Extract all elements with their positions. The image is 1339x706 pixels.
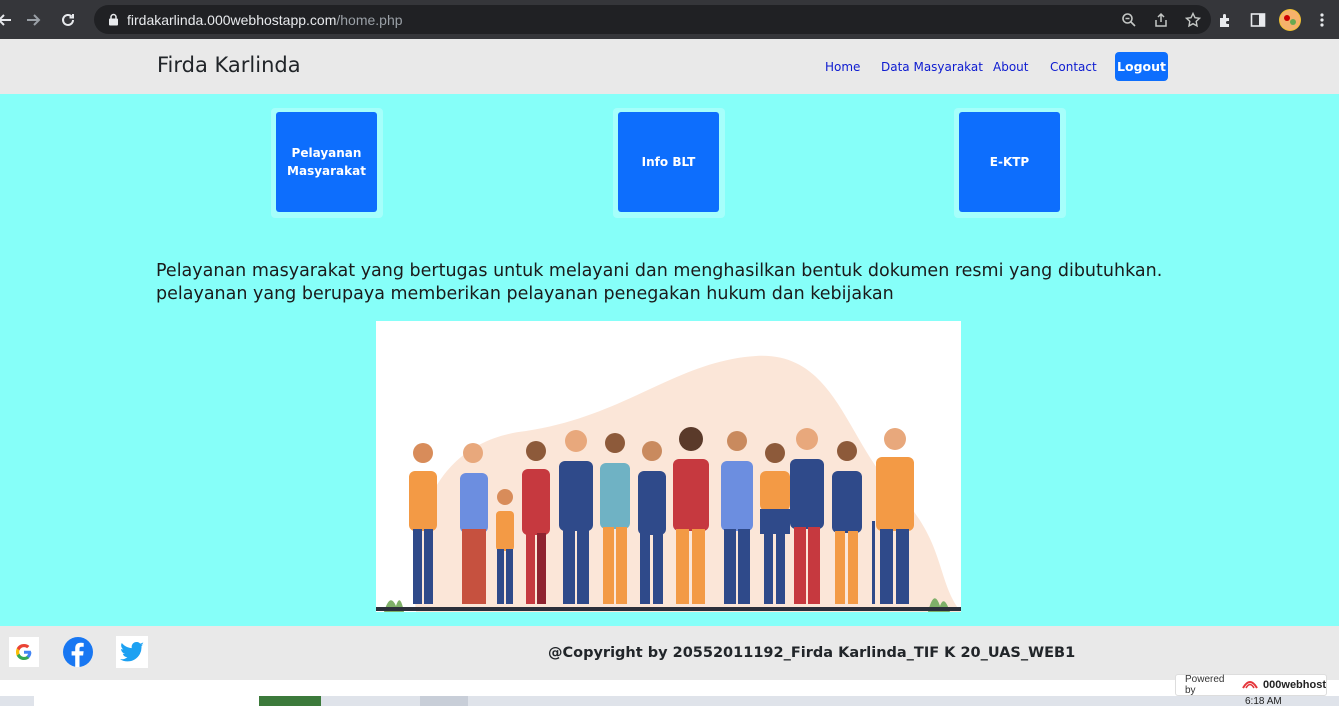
url-host: firdakarlinda.000webhostapp.com (127, 11, 337, 28)
browser-toolbar: firdakarlinda.000webhostapp.com/home.php (0, 0, 1339, 39)
community-illustration (376, 321, 961, 612)
profile-avatar-icon[interactable] (1279, 8, 1301, 31)
e-ktp-button[interactable]: E-KTP (959, 112, 1060, 212)
card-pelayanan-masyarakat: Pelayanan Masyarakat (271, 108, 383, 218)
extensions-icon[interactable] (1215, 9, 1237, 31)
url-text: firdakarlinda.000webhostapp.com/home.php (127, 12, 403, 28)
nav-link-home[interactable]: Home (825, 60, 860, 74)
more-menu-icon[interactable] (1311, 9, 1333, 31)
os-taskbar (0, 696, 1339, 706)
main-content: Pelayanan Masyarakat Info BLT E-KTP Pela… (0, 94, 1339, 626)
webhost-brand: 000webhost (1263, 679, 1326, 691)
taskbar-active-app[interactable] (420, 696, 468, 706)
webhost-logo-icon (1241, 678, 1259, 693)
lock-icon (106, 13, 120, 27)
description-text: Pelayanan masyarakat yang bertugas untuk… (156, 261, 1163, 304)
info-blt-button[interactable]: Info BLT (618, 112, 719, 212)
zoom-icon[interactable] (1119, 10, 1139, 30)
taskbar-clock: 6:18 AM (1245, 696, 1282, 706)
twitter-icon[interactable] (116, 636, 148, 668)
nav-link-data-masyarakat[interactable]: Data Masyarakat (881, 60, 983, 74)
site-navbar: Firda Karlinda Home Data Masyarakat Abou… (0, 39, 1339, 94)
brand-title[interactable]: Firda Karlinda (157, 53, 301, 77)
taskbar-thumbnail (259, 696, 321, 706)
nav-link-about[interactable]: About (993, 60, 1028, 74)
pelayanan-masyarakat-button[interactable]: Pelayanan Masyarakat (276, 112, 377, 212)
site-footer: @Copyright by 20552011192_Firda Karlinda… (0, 626, 1339, 680)
card-info-blt: Info BLT (613, 108, 725, 218)
url-path: /home.php (336, 11, 403, 28)
back-icon[interactable] (0, 6, 14, 34)
powered-by-badge[interactable]: Powered by 000webhost (1175, 674, 1327, 696)
side-panel-icon[interactable] (1247, 9, 1269, 31)
forward-icon[interactable] (20, 6, 48, 34)
bookmark-star-icon[interactable] (1183, 10, 1203, 30)
powered-by-label: Powered by (1185, 674, 1225, 696)
facebook-icon[interactable] (62, 636, 94, 668)
reload-icon[interactable] (54, 6, 82, 34)
share-icon[interactable] (1151, 10, 1171, 30)
address-bar[interactable]: firdakarlinda.000webhostapp.com/home.php (94, 5, 1211, 34)
copyright-text: @Copyright by 20552011192_Firda Karlinda… (548, 645, 1076, 661)
nav-link-contact[interactable]: Contact (1050, 60, 1097, 74)
logout-button[interactable]: Logout (1115, 52, 1168, 81)
google-icon[interactable] (8, 636, 40, 668)
card-e-ktp: E-KTP (954, 108, 1066, 218)
